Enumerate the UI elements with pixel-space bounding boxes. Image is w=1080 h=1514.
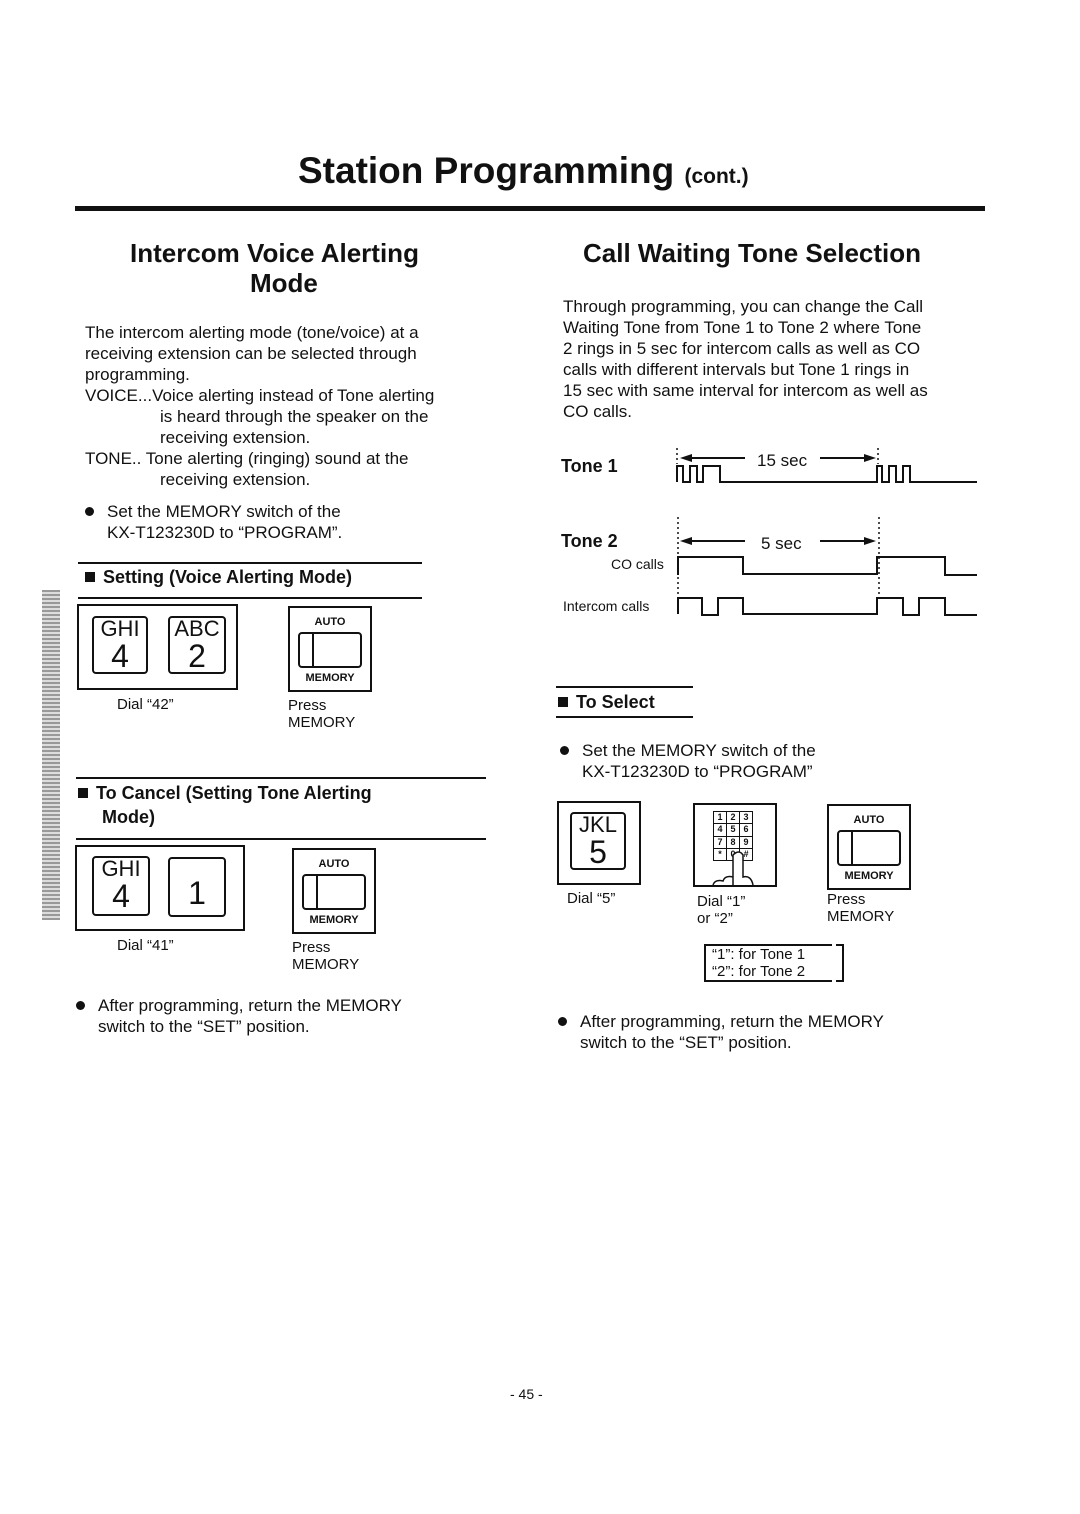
tone1-waveform [676,465,977,483]
left-bullet-2: After programming, return the MEMORY swit… [76,995,402,1037]
press-memory-caption: Press MEMORY [292,939,360,973]
right-bullet-2: After programming, return the MEMORY swit… [558,1011,884,1053]
dial-caption: Dial “41” [117,937,174,954]
page-number: - 45 - [510,1386,543,1402]
divider [556,716,693,718]
dial-caption: Dial “5” [567,890,616,907]
divider [76,838,486,840]
right-bullet-1: Set the MEMORY switch of the KX-T123230D … [560,740,816,782]
co-calls-waveform [677,556,977,576]
tone-timing-diagram [676,448,977,616]
cancel-heading: To Cancel (Setting Tone Alerting Mode) [78,781,372,829]
key-4: GHI 4 [92,856,150,916]
divider [76,777,486,779]
memory-button: AUTO MEMORY [827,804,911,890]
memory-button: AUTO MEMORY [292,848,376,934]
key-5: JKL 5 [570,812,626,870]
press-memory-caption: Press MEMORY [827,891,895,925]
finger-icon [712,851,754,885]
manual-page: Station Programming (cont.) Intercom Voi… [0,0,1080,1514]
to-select-heading: To Select [558,692,655,713]
tone-note: “1”: for Tone 1 “2”: for Tone 2 [704,944,844,982]
side-tab [42,590,60,920]
key-1: 1 [168,857,226,917]
divider [556,686,693,688]
dial12-caption: Dial “1” or “2” [697,893,746,927]
press-memory-caption: Press MEMORY [288,697,356,731]
intercom-calls-waveform [677,597,977,616]
keypad-hand-box: 123 456 789 * 0 # [693,803,777,887]
